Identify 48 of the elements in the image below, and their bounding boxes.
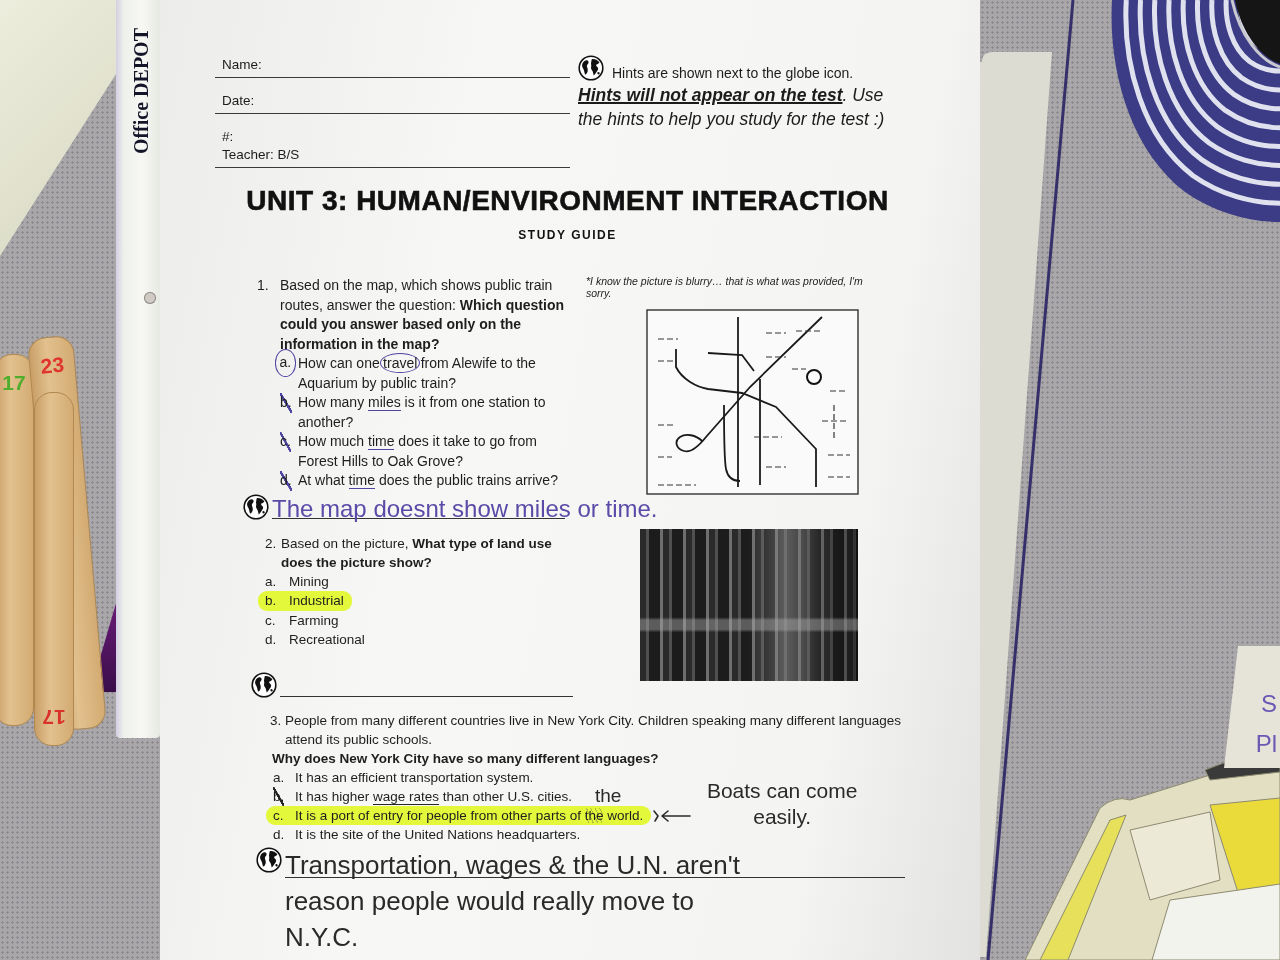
- question-prompt: Based on the picture, What type of land use does the picture show?: [281, 534, 553, 572]
- option-text: At what time does the public trains arrive?: [298, 471, 558, 491]
- option-letter: d.: [273, 825, 285, 844]
- option-text: How can one travel from Alewife to the Aquarium by public train?: [298, 354, 537, 393]
- field-label: Teacher: B/S: [222, 146, 300, 164]
- hint-note: Hints are shown next to the globe icon.: [612, 65, 854, 81]
- handwritten-note: Boats can come easily.: [705, 777, 859, 830]
- handwritten-note: Pl: [1255, 729, 1277, 759]
- stick-label: 17: [2, 371, 26, 395]
- globe-icon: [243, 493, 269, 520]
- left-arrow-icon: [653, 807, 692, 824]
- option-letter: c.: [266, 805, 295, 825]
- handwritten-note: S: [1261, 689, 1277, 719]
- caption-text: *I know the picture is blurry… that is what was provided, I'm sorry.: [586, 276, 864, 299]
- question-number: 3.: [270, 711, 282, 730]
- stick-label: 17: [42, 705, 66, 729]
- stick-label: 23: [39, 352, 66, 379]
- option-text: Recreational: [289, 631, 365, 649]
- option-letter: a.: [265, 573, 277, 592]
- question-text: Why does New York City have so many different languages?: [272, 749, 659, 768]
- question-prompt: People from many different countries live in New York City. Children speaking many different languages attend its public schools.: [285, 711, 903, 749]
- option-text: Industrial: [289, 591, 352, 611]
- option-text: It has an efficient transportation system.: [295, 768, 534, 787]
- globe-icon: [256, 846, 282, 873]
- option-text: How many miles is it from one station to another?: [298, 393, 547, 432]
- worksheet-subtitle: STUDY GUIDE: [518, 228, 617, 242]
- question-number: 2.: [265, 534, 277, 553]
- field-label: Date:: [222, 92, 255, 110]
- option-text: It is the site of the United Nations headquarters.: [295, 825, 581, 844]
- option-letter: c.: [265, 611, 276, 630]
- option-text: It has higher wage rates than other U.S. cities.: [295, 787, 572, 806]
- option-text: Mining: [289, 573, 329, 592]
- field-label: #:: [222, 128, 234, 146]
- field-label: Name:: [222, 56, 262, 74]
- option-text: Farming: [289, 611, 339, 630]
- hint-warning: Hints will not appear on the test. Use the hints to help you study for the test :): [578, 84, 886, 131]
- brand-label: Office DEPOT: [130, 28, 152, 155]
- option-letter: d.: [265, 631, 277, 649]
- option-text: How much time does it take to go from Forest Hills to Oak Grove?: [298, 432, 538, 471]
- option-text: It is a port of entry for people from other parts of the world.: [295, 805, 652, 825]
- handwritten-correction: the: [595, 785, 622, 806]
- option-letter: a.: [273, 768, 285, 787]
- question-number: 1.: [257, 276, 269, 295]
- option-letter: b.: [258, 591, 289, 611]
- globe-icon: [251, 671, 277, 698]
- punch-hole: [144, 292, 156, 304]
- worksheet-title: UNIT 3: HUMAN/ENVIRONMENT INTERACTION: [246, 184, 889, 218]
- globe-icon: [578, 55, 604, 81]
